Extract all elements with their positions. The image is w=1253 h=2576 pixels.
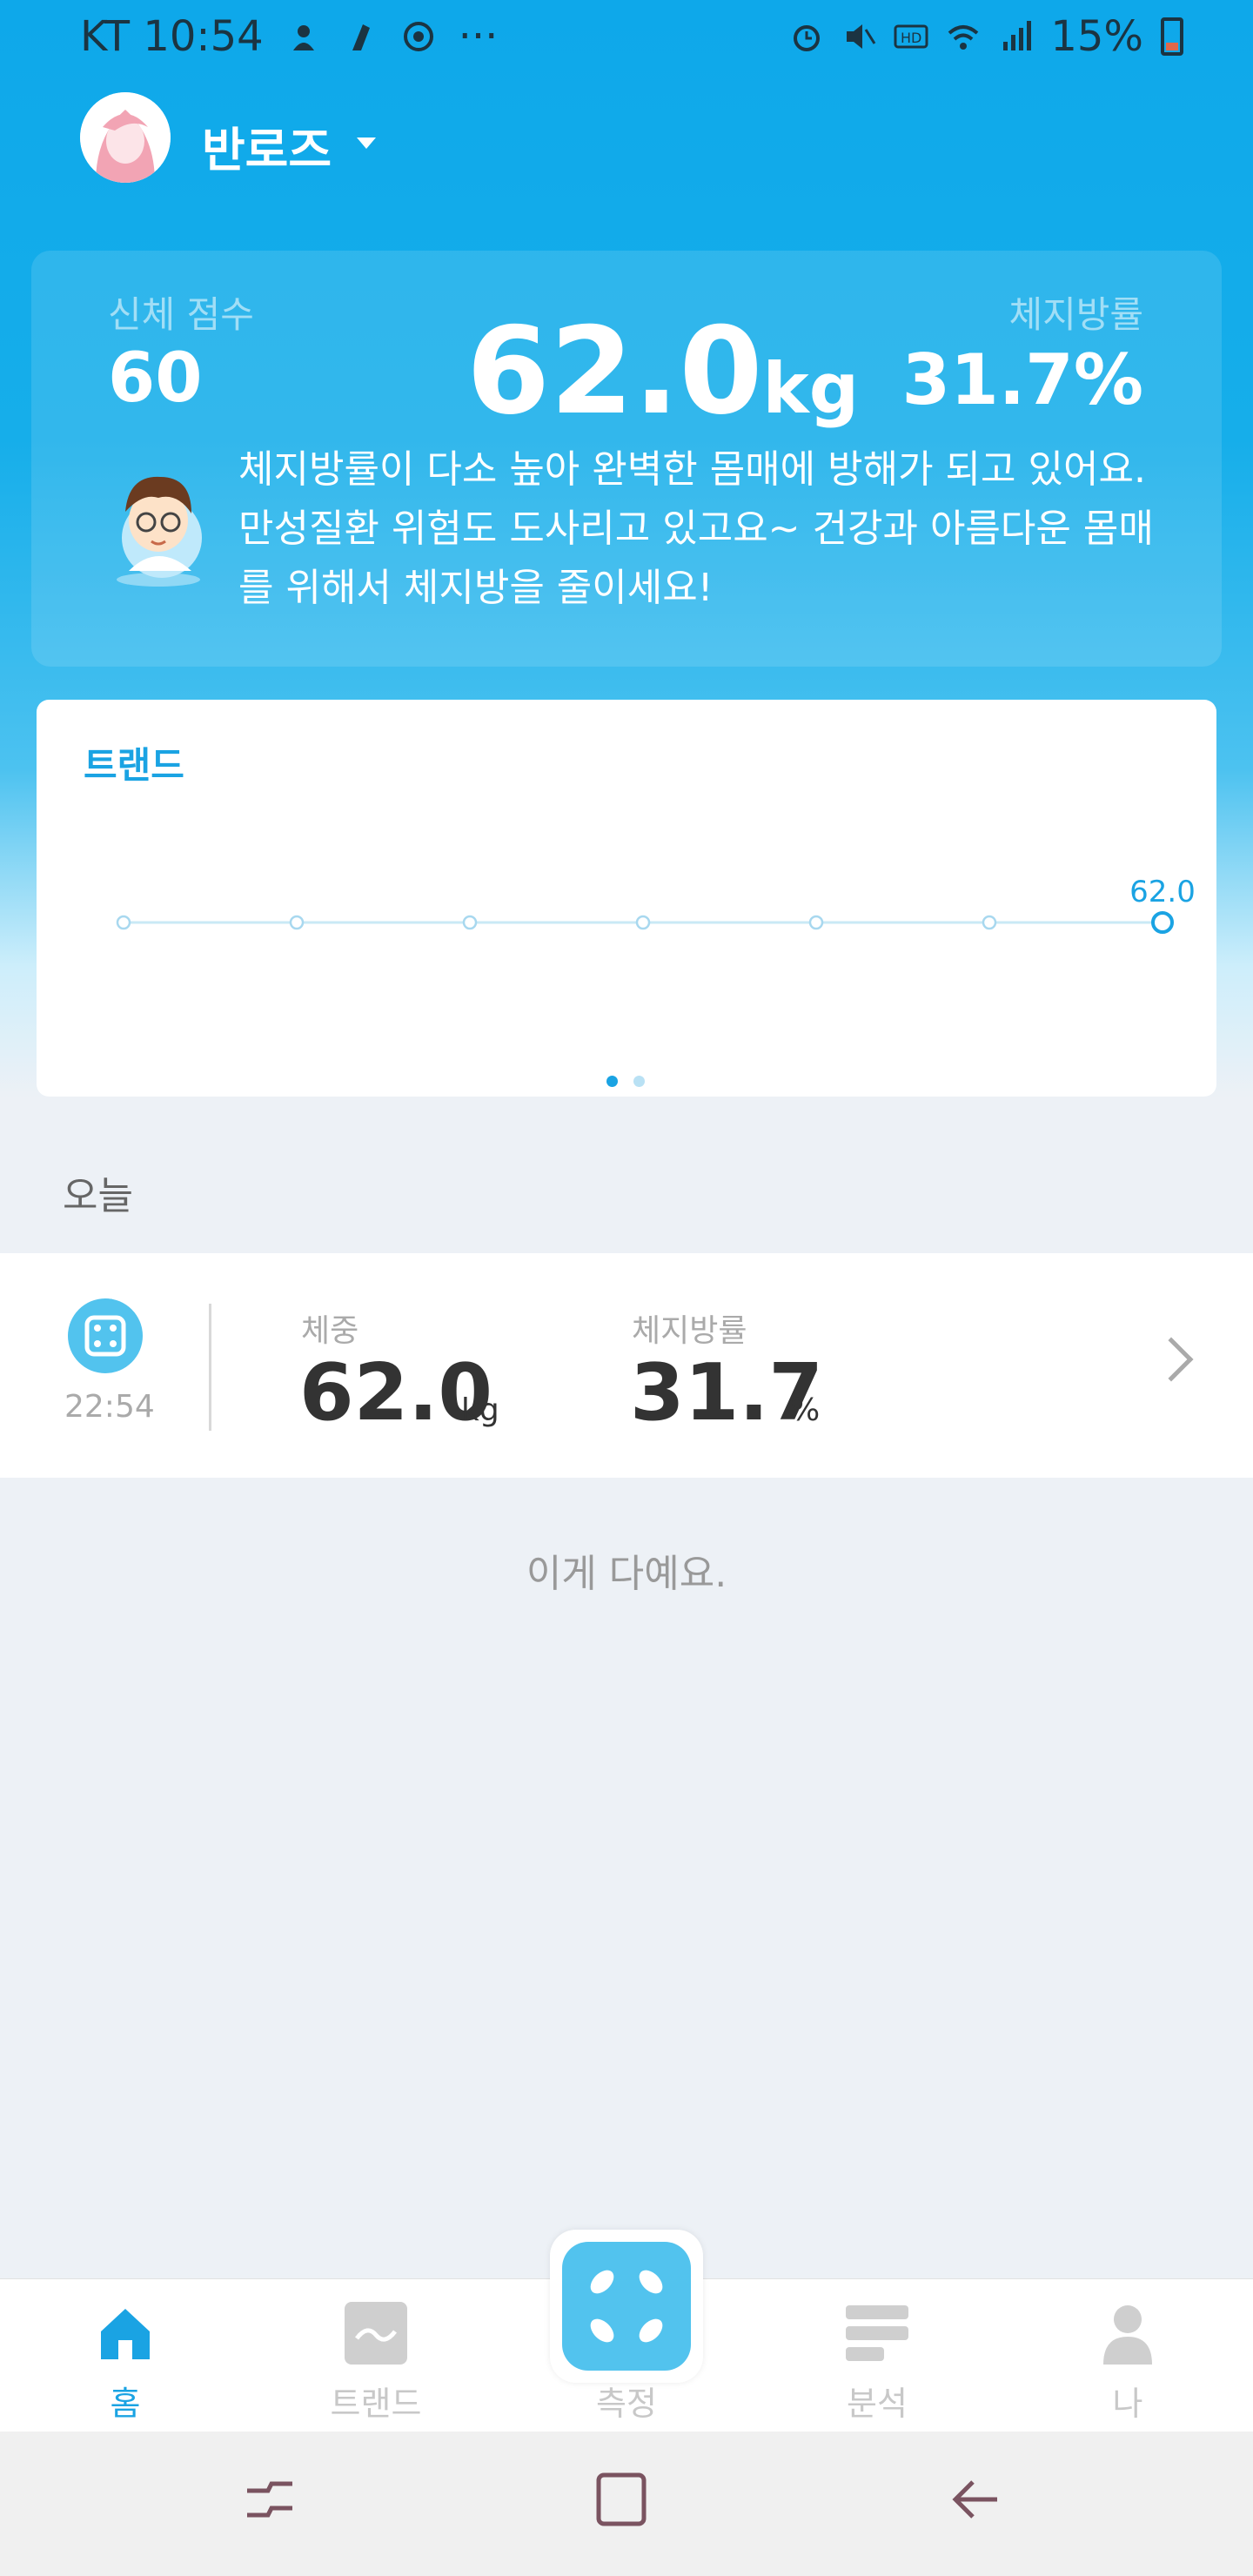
nav-me-label: 나 — [1112, 2385, 1143, 2423]
page-dot-1[interactable] — [606, 1076, 618, 1087]
hd-icon: HD — [894, 24, 928, 49]
end-of-list-text: 이게 다예요. — [526, 1552, 727, 1596]
trend-chart: 62.0 — [116, 875, 1196, 934]
nav-analysis-label: 분석 — [847, 2385, 908, 2423]
page-indicator — [606, 1076, 645, 1087]
avatar[interactable] — [80, 92, 171, 183]
trend-data-label: 62.0 — [1129, 875, 1196, 909]
mute-icon — [847, 24, 876, 49]
home-icon — [101, 2309, 150, 2359]
fat-value: 31.7% — [901, 339, 1143, 420]
nav-measure-label: 측정 — [596, 2385, 657, 2423]
system-nav-bar — [0, 2432, 1253, 2576]
scale-icon — [68, 1298, 143, 1373]
nav-trend-label: 트랜드 — [330, 2385, 422, 2423]
chevron-down-icon[interactable] — [357, 138, 376, 149]
nav-analysis[interactable]: 분석 — [752, 2279, 1002, 2432]
record-time: 22:54 — [64, 1389, 155, 1425]
notification-icon-3 — [403, 22, 433, 51]
trend-point[interactable] — [635, 915, 651, 930]
status-bar: KT 10:54 ··· HD 15% — [0, 0, 1253, 75]
scale-measure-icon — [562, 2242, 691, 2371]
record-weight-label: 체중 — [301, 1313, 359, 1349]
trend-card[interactable]: 트랜드 62.0 — [37, 700, 1216, 1097]
trend-point[interactable] — [289, 915, 305, 930]
chevron-right-icon[interactable] — [1149, 1337, 1194, 1382]
record-fat-unit: % — [790, 1392, 821, 1428]
record-weight-unit: kg — [461, 1392, 499, 1428]
doctor-avatar-icon — [117, 476, 202, 587]
more-notifications: ··· — [458, 12, 499, 61]
nav-home-label: 홈 — [110, 2385, 141, 2423]
weight-value: 62.0kg — [466, 306, 859, 454]
nav-trend[interactable]: 트랜드 — [251, 2279, 501, 2432]
trend-icon — [345, 2302, 407, 2365]
weight-unit: kg — [762, 348, 859, 429]
fat-label: 체지방률 — [1008, 293, 1143, 336]
weight-number: 62.0 — [466, 301, 763, 441]
record-row[interactable]: 22:54 체중 62.0 kg 체지방률 31.7 % — [0, 1253, 1253, 1478]
page-dot-2[interactable] — [633, 1076, 645, 1087]
trend-point[interactable] — [808, 915, 824, 930]
nav-home[interactable]: 홈 — [0, 2279, 251, 2432]
battery-icon — [1161, 17, 1183, 56]
trend-point[interactable] — [982, 915, 997, 930]
notification-icon-2 — [352, 24, 370, 50]
trend-point[interactable] — [116, 915, 131, 930]
username[interactable]: 반로즈 — [202, 111, 332, 180]
person-icon — [1103, 2305, 1152, 2365]
signal-icon — [1003, 21, 1032, 50]
nav-me[interactable]: 나 — [1002, 2279, 1253, 2432]
svg-text:HD: HD — [901, 30, 921, 46]
measure-button[interactable] — [550, 2230, 703, 2383]
carrier-time: KT 10:54 — [80, 12, 264, 61]
trend-point[interactable] — [1151, 911, 1174, 934]
home-system-icon[interactable] — [593, 2470, 649, 2529]
recent-apps-icon[interactable] — [242, 2472, 298, 2527]
battery-percent: 15% — [1050, 12, 1143, 61]
record-divider — [209, 1304, 211, 1431]
analysis-icon — [846, 2305, 908, 2361]
record-fat-label: 체지방률 — [632, 1313, 747, 1349]
notification-icon-1 — [292, 25, 314, 50]
health-advice: 체지방률이 다소 높아 완벽한 몸매에 방해가 되고 있어요. 만성질환 위험도… — [238, 447, 1154, 610]
trend-point[interactable] — [462, 915, 478, 930]
body-score-value: 60 — [108, 339, 203, 418]
user-avatar-icon — [80, 92, 171, 183]
back-icon[interactable] — [948, 2472, 1004, 2527]
wifi-icon — [948, 25, 979, 50]
today-label: 오늘 — [63, 1174, 133, 1218]
alarm-icon — [794, 25, 821, 51]
body-score-label: 신체 점수 — [108, 293, 254, 336]
